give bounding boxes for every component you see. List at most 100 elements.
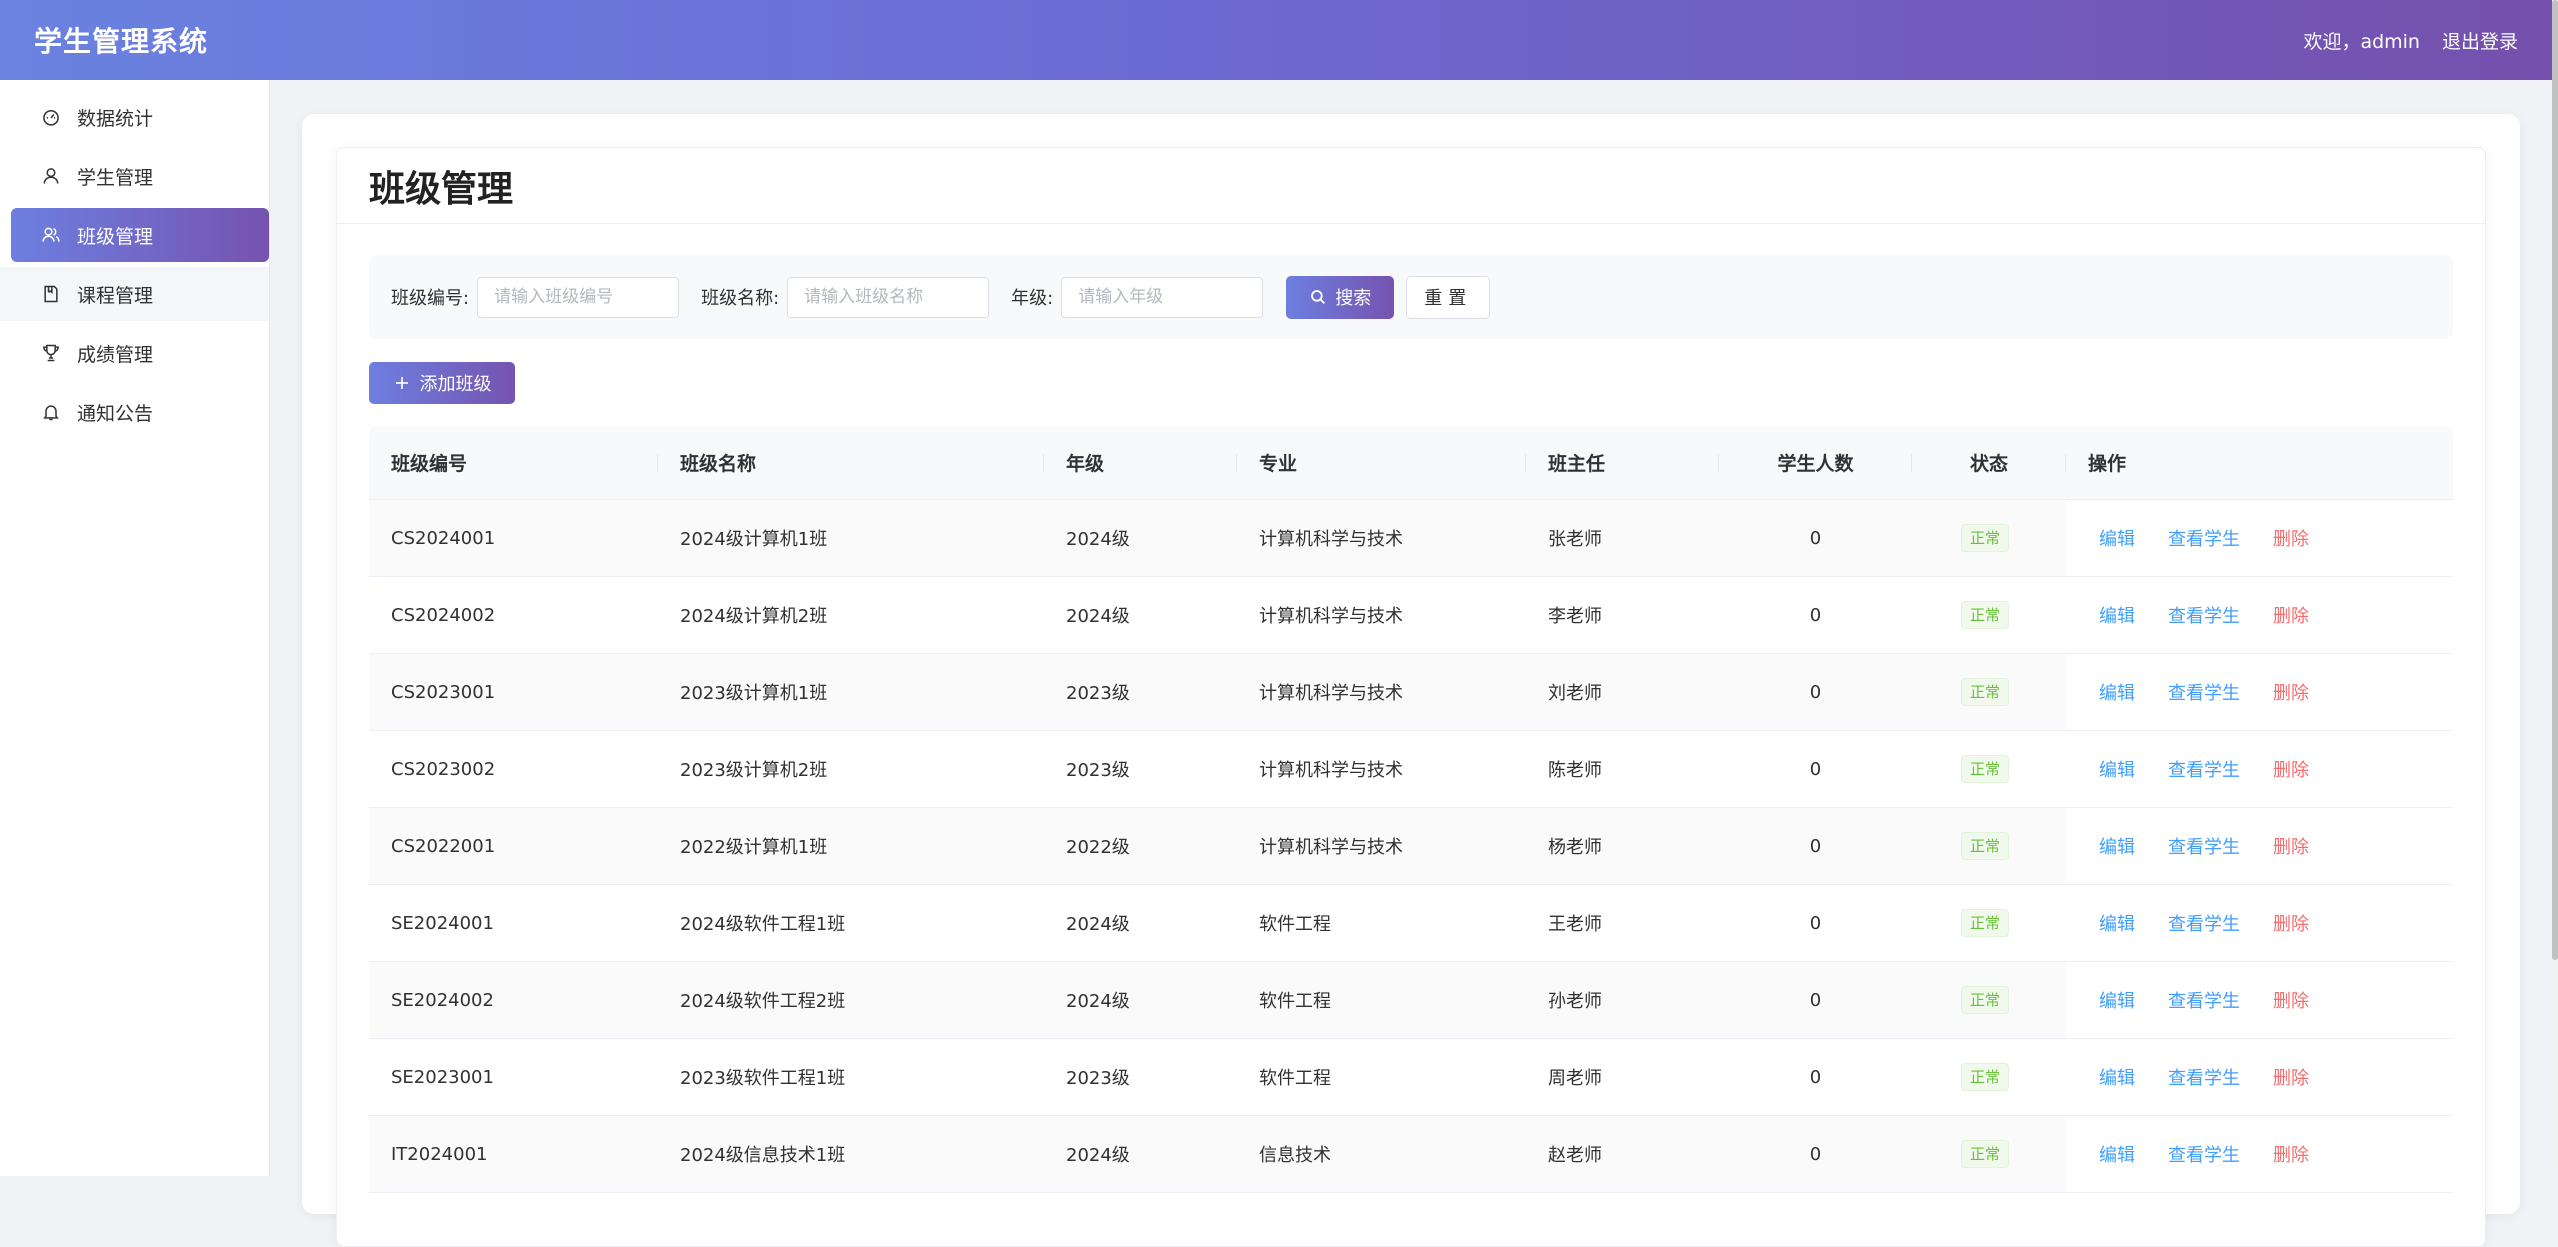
status-badge: 正常 bbox=[1960, 986, 2009, 1014]
grade-field: 年级: bbox=[1011, 276, 1264, 318]
reset-button[interactable]: 重置 bbox=[1406, 275, 1491, 319]
add-class-button[interactable]: 添加班级 bbox=[369, 362, 515, 404]
sidebar-item-label: 学生管理 bbox=[77, 166, 154, 189]
view-students-link[interactable]: 查看学生 bbox=[2168, 679, 2240, 705]
view-students-link[interactable]: 查看学生 bbox=[2168, 910, 2240, 936]
class-code-input[interactable] bbox=[477, 276, 680, 318]
status-cell: 正常 bbox=[1912, 962, 2066, 1038]
search-button-label: 搜索 bbox=[1335, 288, 1372, 308]
delete-link[interactable]: 删除 bbox=[2273, 833, 2309, 859]
major-cell: 计算机科学与技术 bbox=[1259, 529, 1403, 550]
sidebar-item-students[interactable]: 学生管理 bbox=[11, 149, 269, 203]
status-badge: 正常 bbox=[1960, 755, 2009, 783]
class-name-field: 班级名称: bbox=[701, 276, 990, 318]
sidebar-item-dashboard[interactable]: 数据统计 bbox=[11, 90, 269, 144]
delete-link[interactable]: 删除 bbox=[2273, 525, 2309, 551]
column-header[interactable]: 班主任 bbox=[1526, 426, 1719, 499]
sidebar: 数据统计 学生管理 班级管理 课程管理 成绩管理 通知公告 bbox=[0, 80, 270, 1176]
scrollbar-thumb[interactable] bbox=[2552, 0, 2558, 960]
delete-link[interactable]: 删除 bbox=[2273, 987, 2309, 1013]
app-title: 学生管理系统 bbox=[34, 25, 209, 58]
column-header[interactable]: 专业 bbox=[1237, 426, 1526, 499]
page-title: 班级管理 bbox=[369, 168, 514, 210]
class-name-cell: 2024级软件工程1班 bbox=[680, 914, 846, 935]
grade-cell: 2024级 bbox=[1066, 1145, 1130, 1166]
table-row: SE2023001 2023级软件工程1班 2023级 软件工程 周老师 0 正常 编辑 查看学… bbox=[369, 1039, 2453, 1116]
search-button[interactable]: 搜索 bbox=[1286, 275, 1395, 319]
student-count-cell: 0 bbox=[1809, 527, 1822, 549]
bell-icon bbox=[41, 402, 61, 422]
teacher-cell: 陈老师 bbox=[1548, 760, 1602, 781]
table-header: 班级编号 班级名称 年级 专业 班主任 学生人数 状态 操作 bbox=[369, 426, 2453, 500]
class-name-input[interactable] bbox=[787, 276, 990, 318]
status-cell: 正常 bbox=[1912, 1039, 2066, 1115]
table-row: CS2023002 2023级计算机2班 2023级 计算机科学与技术 陈老师 0 正常 编辑… bbox=[369, 731, 2453, 808]
actions-cell: 编辑 查看学生 删除 bbox=[2066, 962, 2453, 1038]
edit-link[interactable]: 编辑 bbox=[2099, 602, 2135, 628]
delete-link[interactable]: 删除 bbox=[2273, 910, 2309, 936]
class-table: 班级编号 班级名称 年级 专业 班主任 学生人数 状态 操作 CS2024001… bbox=[369, 426, 2453, 1193]
grade-cell: 2024级 bbox=[1066, 606, 1130, 627]
student-count-cell: 0 bbox=[1809, 681, 1822, 703]
edit-link[interactable]: 编辑 bbox=[2099, 987, 2135, 1013]
sidebar-item-grades[interactable]: 成绩管理 bbox=[11, 326, 269, 380]
column-header[interactable]: 班级编号 bbox=[369, 426, 658, 499]
sidebar-item-notices[interactable]: 通知公告 bbox=[11, 385, 269, 439]
edit-link[interactable]: 编辑 bbox=[2099, 679, 2135, 705]
actions-cell: 编辑 查看学生 删除 bbox=[2066, 577, 2453, 653]
header-user-area: 欢迎，admin 退出登录 bbox=[2303, 27, 2518, 54]
column-header[interactable]: 年级 bbox=[1044, 426, 1237, 499]
column-header[interactable]: 学生人数 bbox=[1719, 426, 1912, 499]
view-students-link[interactable]: 查看学生 bbox=[2168, 525, 2240, 551]
view-students-link[interactable]: 查看学生 bbox=[2168, 756, 2240, 782]
edit-link[interactable]: 编辑 bbox=[2099, 833, 2135, 859]
logout-link[interactable]: 退出登录 bbox=[2442, 27, 2518, 54]
trophy-icon bbox=[41, 343, 61, 363]
delete-link[interactable]: 删除 bbox=[2273, 756, 2309, 782]
sidebar-item-courses[interactable]: 课程管理 bbox=[0, 267, 269, 321]
column-header[interactable]: 状态 bbox=[1912, 426, 2066, 499]
student-count-cell: 0 bbox=[1809, 758, 1822, 780]
sidebar-item-classes[interactable]: 班级管理 bbox=[11, 208, 269, 262]
class-code-cell: SE2023001 bbox=[391, 1066, 494, 1088]
view-students-link[interactable]: 查看学生 bbox=[2168, 1141, 2240, 1167]
status-badge: 正常 bbox=[1960, 678, 2009, 706]
status-cell: 正常 bbox=[1912, 500, 2066, 576]
status-badge: 正常 bbox=[1960, 601, 2009, 629]
edit-link[interactable]: 编辑 bbox=[2099, 910, 2135, 936]
table-row: IT2024001 2024级信息技术1班 2024级 信息技术 赵老师 0 正常 编辑 查看学… bbox=[369, 1116, 2453, 1193]
major-cell: 信息技术 bbox=[1259, 1145, 1331, 1166]
table-row: CS2024002 2024级计算机2班 2024级 计算机科学与技术 李老师 0 正常 编辑… bbox=[369, 577, 2453, 654]
edit-link[interactable]: 编辑 bbox=[2099, 1064, 2135, 1090]
student-count-cell: 0 bbox=[1809, 1066, 1822, 1088]
sidebar-item-label: 通知公告 bbox=[77, 402, 154, 425]
view-students-link[interactable]: 查看学生 bbox=[2168, 833, 2240, 859]
delete-link[interactable]: 删除 bbox=[2273, 1064, 2309, 1090]
book-icon bbox=[41, 284, 61, 304]
actions-cell: 编辑 查看学生 删除 bbox=[2066, 500, 2453, 576]
actions-cell: 编辑 查看学生 删除 bbox=[2066, 885, 2453, 961]
actions-cell: 编辑 查看学生 删除 bbox=[2066, 654, 2453, 730]
major-cell: 软件工程 bbox=[1259, 991, 1331, 1012]
view-students-link[interactable]: 查看学生 bbox=[2168, 1064, 2240, 1090]
column-header[interactable]: 班级名称 bbox=[658, 426, 1044, 499]
status-cell: 正常 bbox=[1912, 1116, 2066, 1192]
edit-link[interactable]: 编辑 bbox=[2099, 756, 2135, 782]
major-cell: 软件工程 bbox=[1259, 914, 1331, 935]
grade-input[interactable] bbox=[1061, 276, 1264, 318]
status-cell: 正常 bbox=[1912, 808, 2066, 884]
actions-cell: 编辑 查看学生 删除 bbox=[2066, 1116, 2453, 1192]
delete-link[interactable]: 删除 bbox=[2273, 679, 2309, 705]
edit-link[interactable]: 编辑 bbox=[2099, 1141, 2135, 1167]
status-cell: 正常 bbox=[1912, 654, 2066, 730]
actions-cell: 编辑 查看学生 删除 bbox=[2066, 808, 2453, 884]
view-students-link[interactable]: 查看学生 bbox=[2168, 602, 2240, 628]
delete-link[interactable]: 删除 bbox=[2273, 602, 2309, 628]
grade-cell: 2022级 bbox=[1066, 837, 1130, 858]
delete-link[interactable]: 删除 bbox=[2273, 1141, 2309, 1167]
table-row: CS2023001 2023级计算机1班 2023级 计算机科学与技术 刘老师 0 正常 编辑… bbox=[369, 654, 2453, 731]
status-badge: 正常 bbox=[1960, 1140, 2009, 1168]
search-icon bbox=[1311, 290, 1326, 305]
view-students-link[interactable]: 查看学生 bbox=[2168, 987, 2240, 1013]
edit-link[interactable]: 编辑 bbox=[2099, 525, 2135, 551]
